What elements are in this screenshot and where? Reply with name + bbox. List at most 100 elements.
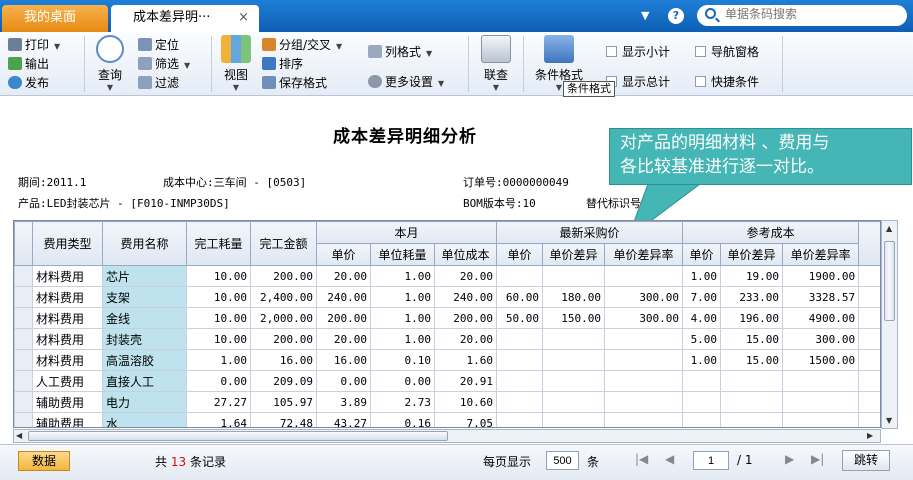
search-input[interactable] [725, 7, 895, 21]
chevron-down-icon[interactable]: ▼ [641, 9, 649, 22]
table-cell[interactable]: 209.09 [250, 370, 317, 392]
vertical-scrollbar[interactable]: ▲ ▼ [881, 220, 898, 429]
row-selector[interactable] [14, 286, 33, 308]
table-cell[interactable] [604, 391, 684, 413]
table-cell[interactable]: 0.00 [186, 370, 251, 392]
table-cell[interactable]: 16.00 [316, 349, 371, 371]
last-page-icon[interactable]: ▶| [811, 452, 824, 466]
table-cell[interactable]: 1.00 [370, 265, 435, 287]
view-button[interactable]: 视图 ▼ [218, 35, 254, 92]
table-cell[interactable]: 233.00 [720, 286, 784, 308]
tab-my-desktop[interactable]: 我的桌面 [2, 5, 108, 32]
table-cell[interactable]: 19.00 [720, 265, 784, 287]
header-rc-diff[interactable]: 单价差异 [720, 243, 784, 266]
table-cell[interactable]: 2,000.00 [250, 307, 317, 329]
table-cell[interactable]: 2 [858, 286, 880, 308]
table-cell[interactable] [682, 412, 722, 427]
table-cell[interactable]: 支架 [102, 286, 187, 308]
table-cell[interactable]: 直接人工 [102, 370, 187, 392]
table-cell[interactable]: 芯片 [102, 265, 187, 287]
table-cell[interactable]: 20.00 [316, 265, 371, 287]
filter-select-button[interactable]: 筛选 ▼ [138, 55, 190, 73]
table-cell[interactable] [858, 349, 880, 371]
chevron-down-icon[interactable]: ▼ [438, 79, 444, 88]
checkbox[interactable] [606, 46, 617, 57]
table-cell[interactable]: 10.00 [186, 307, 251, 329]
table-cell[interactable] [496, 349, 544, 371]
table-cell[interactable]: 10.00 [186, 328, 251, 350]
table-cell[interactable]: 材料费用 [32, 349, 103, 371]
barcode-search[interactable] [697, 5, 907, 26]
table-cell[interactable] [858, 391, 880, 413]
table-cell[interactable]: 0.00 [370, 370, 435, 392]
data-button[interactable]: 数据 [18, 451, 70, 471]
scroll-left-icon[interactable]: ◀ [16, 431, 22, 440]
table-cell[interactable]: 高温溶胶 [102, 349, 187, 371]
header-rc-price[interactable]: 单价 [682, 243, 722, 266]
table-cell[interactable]: 10.60 [433, 391, 498, 413]
chevron-down-icon[interactable]: ▼ [54, 42, 60, 51]
table-cell[interactable] [604, 370, 684, 392]
row-selector[interactable] [14, 265, 33, 287]
table-cell[interactable] [782, 412, 860, 427]
table-cell[interactable]: 电力 [102, 391, 187, 413]
table-cell[interactable]: 0.00 [316, 370, 371, 392]
scroll-down-icon[interactable]: ▼ [886, 416, 892, 425]
table-row[interactable]: 辅助费用水 1.64 72.48 43.27 0.16 7.05 [14, 412, 880, 427]
close-icon[interactable]: × [238, 5, 249, 31]
table-cell[interactable] [604, 328, 684, 350]
first-page-icon[interactable]: |◀ [635, 452, 648, 466]
table-cell[interactable]: 0.10 [370, 349, 435, 371]
table-cell[interactable]: 金线 [102, 307, 187, 329]
table-cell[interactable] [542, 265, 606, 287]
table-cell[interactable]: 10.00 [186, 286, 251, 308]
table-cell[interactable]: 1.00 [682, 265, 722, 287]
current-page-input[interactable] [693, 451, 729, 470]
query-button[interactable]: 查询 ▼ [92, 35, 128, 92]
table-cell[interactable]: 1900.00 [782, 265, 860, 287]
table-cell[interactable]: 105.97 [250, 391, 317, 413]
tab-cost-variance[interactable]: 成本差异明··· × [111, 5, 259, 32]
table-cell[interactable]: 7.00 [682, 286, 722, 308]
table-cell[interactable]: 60.00 [496, 286, 544, 308]
table-cell[interactable]: 240.00 [433, 286, 498, 308]
header-fee-type[interactable]: 费用类型 [32, 221, 103, 266]
table-cell[interactable]: 240.00 [316, 286, 371, 308]
table-cell[interactable]: 水 [102, 412, 187, 427]
checkbox[interactable] [695, 76, 706, 87]
next-page-icon[interactable]: ▶ [785, 452, 794, 466]
table-cell[interactable] [782, 391, 860, 413]
scroll-thumb[interactable] [884, 241, 895, 321]
header-lp-diff-rate[interactable]: 单价差异率 [604, 243, 684, 266]
header-amount[interactable]: 完工金额 [250, 221, 317, 266]
table-cell[interactable]: 150.00 [542, 307, 606, 329]
table-cell[interactable]: 300.00 [604, 307, 684, 329]
jump-button[interactable]: 跳转 [842, 450, 890, 471]
table-cell[interactable]: 72.48 [250, 412, 317, 427]
table-cell[interactable]: 4900.00 [782, 307, 860, 329]
table-cell[interactable]: 辅助费用 [32, 391, 103, 413]
table-cell[interactable] [682, 391, 722, 413]
group-cross-button[interactable]: 分组/交叉 ▼ [262, 36, 342, 54]
header-lp-price[interactable]: 单价 [496, 243, 544, 266]
table-cell[interactable]: 2 [858, 307, 880, 329]
chevron-down-icon[interactable]: ▼ [184, 61, 190, 70]
table-cell[interactable] [720, 370, 784, 392]
row-selector[interactable] [14, 391, 33, 413]
table-row[interactable]: 辅助费用 电力 27.27 105.97 3.89 2.73 10.60 [14, 391, 880, 413]
table-cell[interactable] [858, 370, 880, 392]
header-lp-diff[interactable]: 单价差异 [542, 243, 606, 266]
table-cell[interactable]: 7.05 [433, 412, 498, 427]
horizontal-scrollbar[interactable]: ◀ ▶ [13, 429, 881, 443]
table-cell[interactable]: 封装壳 [102, 328, 187, 350]
table-cell[interactable]: 材料费用 [32, 328, 103, 350]
chevron-down-icon[interactable]: ▼ [218, 83, 254, 92]
help-icon[interactable]: ? [668, 8, 684, 24]
table-cell[interactable]: 16.00 [250, 349, 317, 371]
header-cm-unit-consumption[interactable]: 单位耗量 [370, 243, 435, 266]
table-row[interactable]: 材料费用 封装壳 10.00 200.00 20.00 1.00 20.00 5.00 15.0… [14, 328, 880, 350]
table-cell[interactable]: 材料费用 [32, 265, 103, 287]
table-cell[interactable]: 材料费用 [32, 286, 103, 308]
publish-button[interactable]: 发布 [8, 74, 49, 92]
nav-pane-checkbox[interactable]: 导航窗格 [695, 43, 759, 61]
